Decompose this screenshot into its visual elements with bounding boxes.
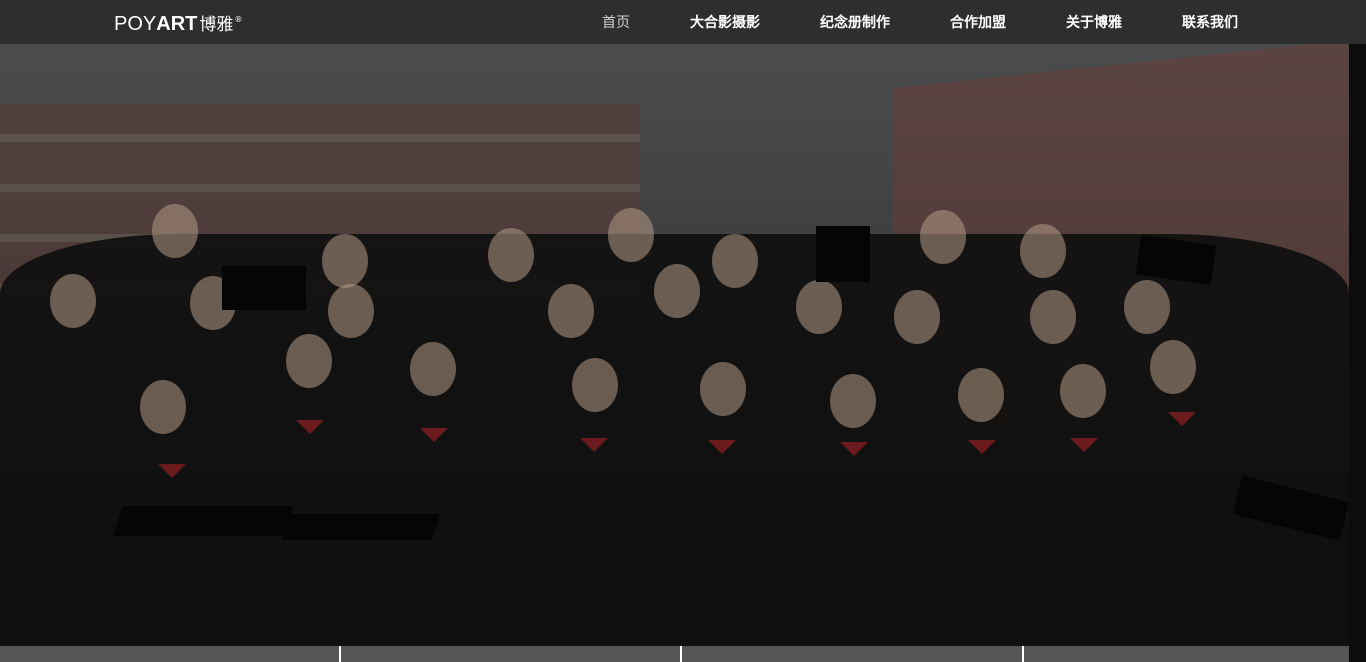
thumbnail-3[interactable] <box>682 646 1024 662</box>
nav-item-home[interactable]: 首页 <box>602 12 630 32</box>
top-navigation-bar: POY ART 博雅 ® 首页 大合影摄影 纪念册制作 合作加盟 关于博雅 联系… <box>0 0 1366 44</box>
nav-item-group-photo[interactable]: 大合影摄影 <box>690 12 760 32</box>
vertical-scrollbar[interactable] <box>1349 44 1366 662</box>
thumbnail-4[interactable] <box>1024 646 1349 662</box>
poyart-logo[interactable]: POY ART 博雅 ® <box>114 10 243 35</box>
thumbnail-1[interactable] <box>0 646 341 662</box>
logo-text-art: ART <box>156 13 198 35</box>
nav-item-about[interactable]: 关于博雅 <box>1066 12 1122 32</box>
hero-banner-image[interactable] <box>0 44 1349 646</box>
trademark-mark: ® <box>234 15 243 24</box>
logo-text-chinese: 博雅 <box>199 15 234 35</box>
nav-item-partnership[interactable]: 合作加盟 <box>950 12 1006 32</box>
logo-text-poy: POY <box>114 13 157 35</box>
thumbnail-2[interactable] <box>341 646 682 662</box>
nav-item-contact[interactable]: 联系我们 <box>1182 12 1238 32</box>
nav-item-yearbook[interactable]: 纪念册制作 <box>820 12 890 32</box>
hero-thumbnail-strip <box>0 646 1349 662</box>
